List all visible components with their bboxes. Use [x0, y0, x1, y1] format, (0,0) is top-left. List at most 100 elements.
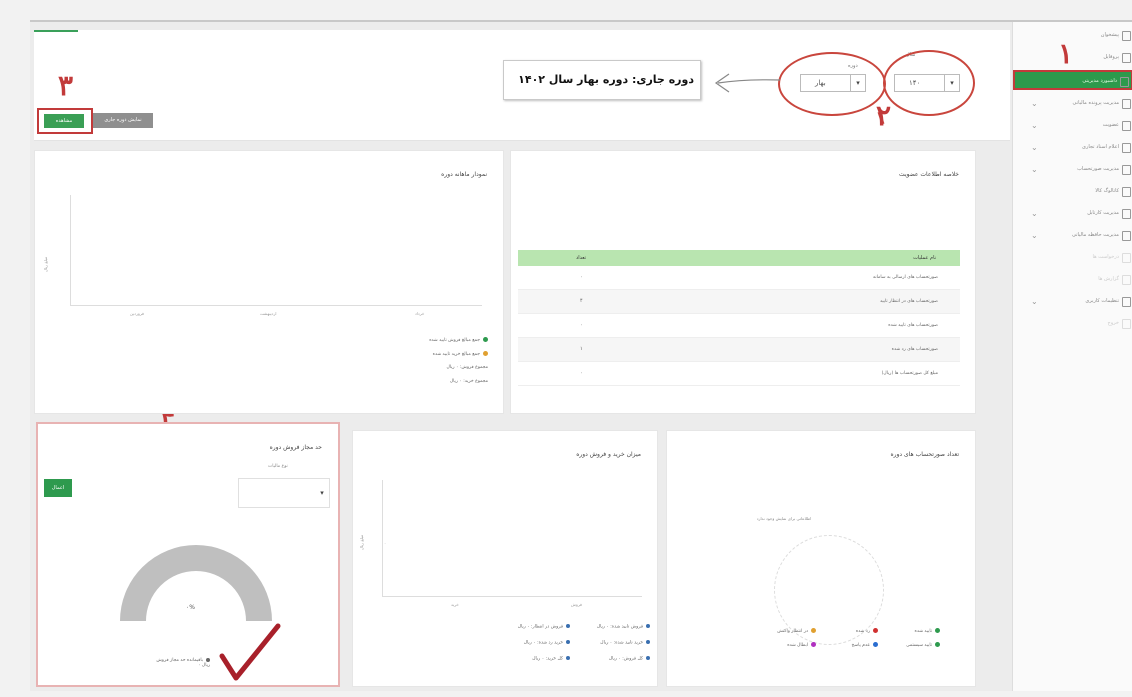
remaining-ceiling-value: ۰ ریال — [198, 663, 210, 668]
col-count-header: تعداد — [576, 255, 587, 261]
x-axis — [70, 305, 482, 306]
apply-ceiling-button[interactable]: اعمال — [44, 479, 72, 497]
legend-dot — [646, 656, 650, 660]
y-axis-label: مبلغ ریال — [43, 256, 49, 273]
y-axis — [382, 480, 383, 596]
row-name: صورتحساب های ارسالی به سامانه — [872, 275, 938, 280]
monthly-trend-card: نمودار ماهانه دوره — [34, 150, 504, 414]
legend-dot — [873, 642, 878, 647]
empty-state-text: اطلاعاتی برای نمایش وجود ندارد — [756, 516, 812, 521]
legend-dot — [935, 642, 940, 647]
row-name: صورتحساب های تایید شده — [888, 323, 938, 328]
current-period-button[interactable]: نمایش دوره جاری — [93, 113, 153, 128]
legend-text: تایید سیستمی — [906, 643, 932, 648]
row-count: ۱ — [580, 346, 583, 352]
table-row: مبلغ کل صورتحساب ها (ریال) ۰ — [518, 362, 960, 386]
apply-button[interactable]: مشاهده — [44, 114, 84, 128]
row-name: صورتحساب های در انتظار تایید — [880, 299, 938, 304]
legend-item: جمع مبالغ خرید تایید شده — [433, 351, 488, 357]
legend-dot — [483, 337, 488, 342]
legend-dot — [873, 628, 878, 633]
x-tick-label: خرید — [451, 602, 459, 607]
table-row: صورتحساب های ارسالی به سامانه ۰ — [518, 266, 960, 290]
legend-dot — [646, 640, 650, 644]
legend-dot — [566, 640, 570, 644]
legend-item: عدم پاسخ — [851, 642, 878, 648]
current-period-box: دوره جاری: دوره بهار سال ۱۴۰۲ — [503, 60, 701, 100]
buy-sell-card: میزان خرید و فروش دوره — [352, 430, 658, 687]
legend-text: خرید رد شده: ۰ ریال — [523, 640, 563, 646]
legend-text: مجموع خرید: ۰ ریال — [449, 379, 488, 384]
legend-text: تایید شده — [914, 629, 932, 634]
legend-text: رد شده — [855, 629, 870, 634]
legend-text: در انتظار واکنش — [777, 629, 808, 634]
x-tick-label: خرداد — [415, 311, 425, 316]
legend-item: مجموع فروش: ۰ ریال — [446, 365, 488, 370]
legend-item: تایید شده — [914, 628, 940, 634]
legend-item: رد شده — [856, 628, 878, 634]
checkmark-icon — [219, 623, 281, 681]
legend-dot — [811, 642, 816, 647]
legend-dot — [483, 351, 488, 356]
legend-dot — [811, 628, 816, 633]
x-axis — [382, 596, 642, 597]
x-tick-label: فروردین — [130, 311, 144, 316]
y-axis — [70, 195, 71, 305]
row-count: ۰ — [580, 274, 583, 280]
remaining-ceiling: باقیمانده حد مجاز فروش ۰ ریال — [138, 658, 210, 668]
gauge-value: ۰% — [186, 604, 195, 611]
ceiling-gauge — [120, 545, 272, 621]
legend-item: خرید رد شده: ۰ ریال — [524, 640, 570, 646]
legend-text: ابطال شده — [787, 643, 808, 648]
legend-text: کل خرید: ۰ ریال — [532, 656, 563, 662]
legend-item: کل فروش: ۰ ریال — [609, 656, 650, 662]
legend-item: ابطال شده — [787, 642, 816, 648]
summary-table: نام عملیات تعداد صورتحساب های ارسالی به … — [518, 250, 960, 386]
arrow-head-icon — [714, 73, 730, 93]
table-row: صورتحساب های تایید شده ۰ — [518, 314, 960, 338]
legend-dot — [566, 624, 570, 628]
legend-text: جمع مبالغ فروش تایید شده — [429, 338, 480, 343]
marker-2: ۲ — [876, 99, 892, 132]
legend-item: کل خرید: ۰ ریال — [532, 656, 570, 662]
legend-item: فروش در انتظار: ۰ ریال — [518, 624, 570, 630]
legend-text: فروش تایید شده: ۰ ریال — [596, 624, 643, 630]
current-period-text: دوره جاری: دوره بهار سال ۱۴۰۲ — [518, 73, 694, 86]
x-tick-label: فروش — [571, 602, 582, 607]
marker-1: ۱ — [1058, 37, 1074, 70]
card-title: نمودار ماهانه دوره — [441, 171, 487, 178]
legend-text: عدم پاسخ — [851, 643, 870, 648]
legend-item: جمع مبالغ فروش تایید شده — [429, 337, 488, 343]
card-title: خلاصه اطلاعات عضویت — [899, 171, 959, 178]
legend-dot — [646, 624, 650, 628]
pointer-arrow-line — [717, 79, 781, 84]
tax-type-select[interactable]: ▾ — [238, 478, 330, 508]
row-count: ۰ — [580, 322, 583, 328]
legend-item: فروش تایید شده: ۰ ریال — [597, 624, 650, 630]
table-row: صورتحساب های در انتظار تایید ۴ — [518, 290, 960, 314]
legend-text: خرید تایید شده: ۰ ریال — [600, 640, 643, 646]
row-name: صورتحساب های رد شده — [891, 347, 938, 352]
card-title: تعداد صورتحساب های دوره — [890, 451, 959, 458]
chevron-down-icon[interactable]: ▾ — [315, 479, 329, 507]
legend-text: کل فروش: ۰ ریال — [608, 656, 643, 662]
card-title: میزان خرید و فروش دوره — [576, 451, 641, 458]
row-count: ۰ — [580, 370, 583, 376]
y-tick: ۰ — [384, 541, 387, 546]
x-tick-label: اردیبهشت — [260, 311, 277, 316]
marker-3: ۳ — [58, 69, 74, 102]
legend-dot — [935, 628, 940, 633]
col-name-header: نام عملیات — [913, 255, 936, 261]
row-name: مبلغ کل صورتحساب ها (ریال) — [881, 371, 938, 376]
table-header: نام عملیات تعداد — [518, 250, 960, 266]
legend-text: فروش در انتظار: ۰ ریال — [517, 624, 563, 630]
apply-button-highlight: مشاهده — [37, 108, 93, 134]
legend-dot — [566, 656, 570, 660]
legend-text: جمع مبالغ خرید تایید شده — [432, 352, 480, 357]
legend-dot — [206, 658, 210, 662]
tax-type-label: نوع مالیات — [268, 464, 288, 469]
row-count: ۴ — [580, 298, 583, 304]
legend-text: مجموع فروش: ۰ ریال — [446, 365, 488, 370]
y-axis-label: مبلغ ریال — [359, 534, 365, 551]
legend-item: خرید تایید شده: ۰ ریال — [600, 640, 650, 646]
